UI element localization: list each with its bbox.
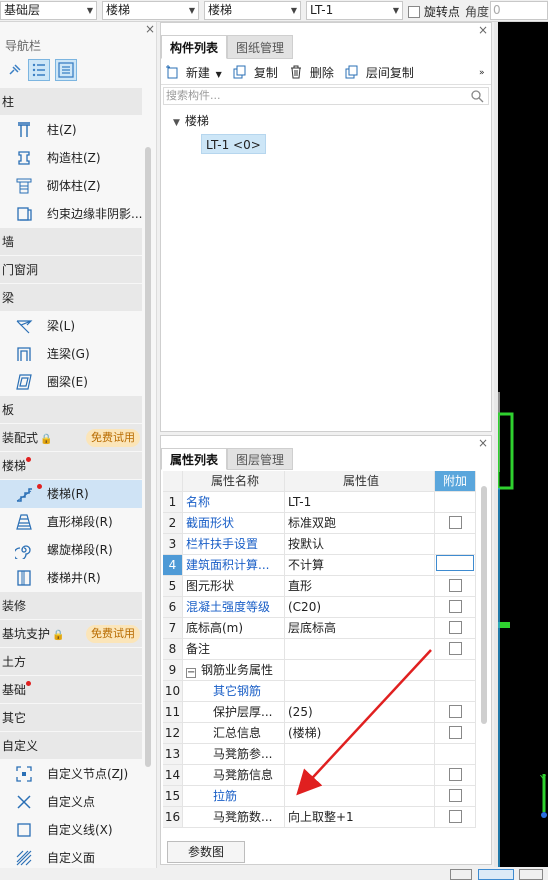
status-bar	[0, 868, 548, 880]
view-mode-icon[interactable]	[450, 869, 472, 880]
cross-select-icon[interactable]	[519, 869, 543, 880]
annotation-arrow	[296, 649, 432, 796]
select-mode-icon[interactable]	[478, 869, 514, 880]
